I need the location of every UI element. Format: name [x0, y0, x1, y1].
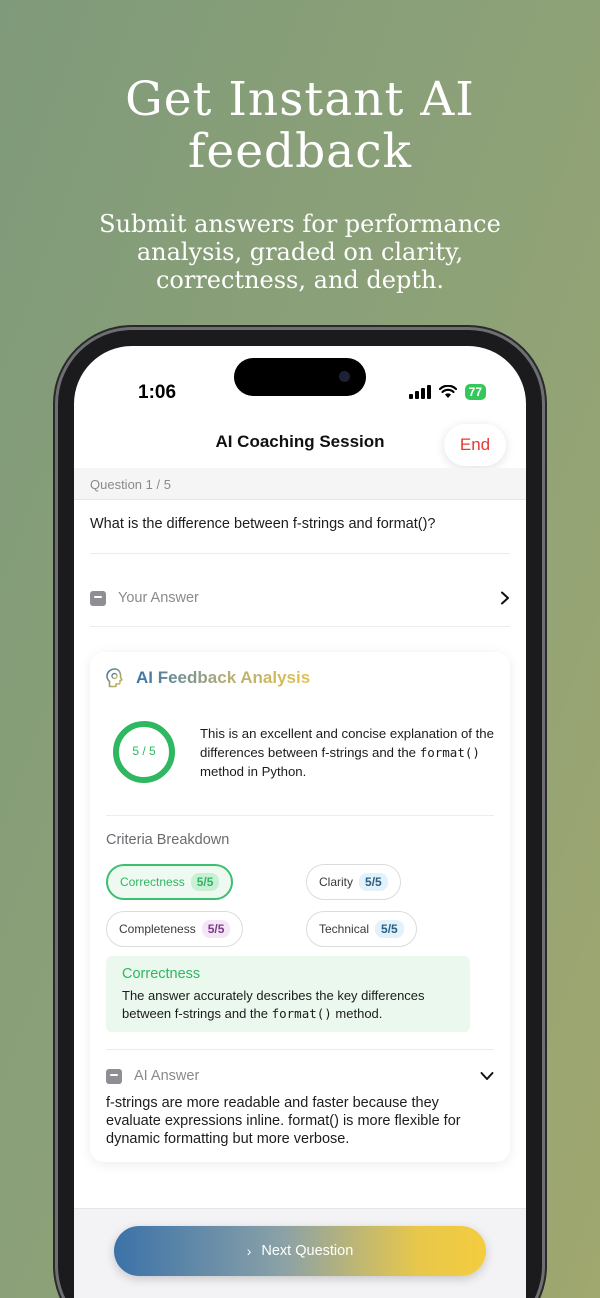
criteria-detail-title: Correctness	[122, 966, 201, 982]
brain-icon	[106, 668, 123, 688]
hero-title-line2: feedback	[187, 124, 413, 179]
question-progress: Question 1 / 5	[74, 468, 526, 500]
question-progress-label: Question 1 / 5	[90, 477, 171, 492]
question-text: What is the difference between f-strings…	[90, 516, 436, 532]
ai-answer-label: AI Answer	[134, 1068, 200, 1084]
criteria-chip-clarity[interactable]: Clarity 5/5	[306, 864, 401, 900]
ai-feedback-header: AI Feedback Analysis	[106, 668, 310, 688]
divider	[106, 815, 494, 816]
next-question-label: Next Question	[261, 1243, 354, 1259]
criteria-chip-completeness[interactable]: Completeness 5/5	[106, 911, 244, 947]
camera-icon	[339, 371, 350, 382]
criteria-score-badge: 5/5	[375, 920, 404, 938]
ai-answer-toggle[interactable]: AI Answer	[106, 1068, 494, 1084]
criteria-score-badge: 5/5	[359, 873, 388, 891]
phone-screen: 1:06 77 AI Coaching Session End Question…	[74, 346, 526, 1298]
chat-bubble-icon	[106, 1068, 122, 1084]
chevron-right-icon	[501, 591, 509, 605]
chevron-right-icon: ›	[246, 1243, 252, 1259]
end-session-button[interactable]: End	[444, 424, 506, 466]
signal-icon	[408, 385, 431, 399]
hero-title: Get Instant AI feedback	[0, 74, 600, 178]
divider	[90, 626, 510, 627]
your-answer-label: Your Answer	[118, 590, 199, 606]
phone-frame: 1:06 77 AI Coaching Session End Question…	[58, 330, 542, 1298]
criteria-chip-label: Correctness	[120, 875, 185, 889]
hero-subtitle: Submit answers for performance analysis,…	[99, 210, 501, 294]
battery-icon: 77	[464, 384, 486, 400]
divider	[90, 553, 510, 554]
feedback-summary-code: format()	[419, 745, 480, 760]
criteria-breakdown-label: Criteria Breakdown	[106, 832, 230, 848]
hero-title-line1: Get Instant AI	[125, 72, 475, 127]
ai-feedback-card: AI Feedback Analysis 5 / 5 This is an ex…	[90, 652, 510, 1162]
ai-answer-text: f-strings are more readable and faster b…	[106, 1095, 461, 1147]
next-question-button[interactable]: › Next Question	[114, 1226, 486, 1276]
dynamic-island	[234, 358, 366, 396]
status-time: 1:06	[138, 382, 177, 403]
criteria-detail-text: The answer accurately describes the key …	[122, 987, 454, 1023]
criteria-chip-correctness[interactable]: Correctness 5/5	[106, 864, 234, 900]
criteria-chip-label: Technical	[319, 922, 370, 936]
your-answer-row[interactable]: Your Answer	[90, 568, 510, 628]
criteria-score-badge: 5/5	[190, 873, 220, 891]
feedback-summary: This is an excellent and concise explana…	[200, 724, 494, 781]
ai-feedback-title: AI Feedback Analysis	[136, 668, 311, 687]
criteria-chip-label: Clarity	[319, 875, 354, 889]
criteria-chip-label: Completeness	[119, 922, 196, 936]
divider	[106, 1049, 494, 1050]
criteria-score-badge: 5/5	[201, 920, 231, 938]
score-label: 5 / 5	[132, 744, 156, 758]
criteria-detail: Correctness The answer accurately descri…	[106, 956, 470, 1032]
chat-bubble-icon	[90, 590, 106, 606]
criteria-detail-text-end: method.	[331, 1006, 383, 1021]
criteria-chip-technical[interactable]: Technical 5/5	[306, 911, 417, 947]
status-icons: 77	[408, 384, 486, 400]
phone-power-button	[542, 630, 547, 726]
criteria-detail-code: format()	[271, 1006, 332, 1021]
chevron-down-icon	[480, 1072, 494, 1080]
feedback-summary-text-end: method in Python.	[200, 764, 307, 779]
wifi-icon	[438, 385, 457, 398]
score-ring: 5 / 5	[112, 720, 176, 784]
